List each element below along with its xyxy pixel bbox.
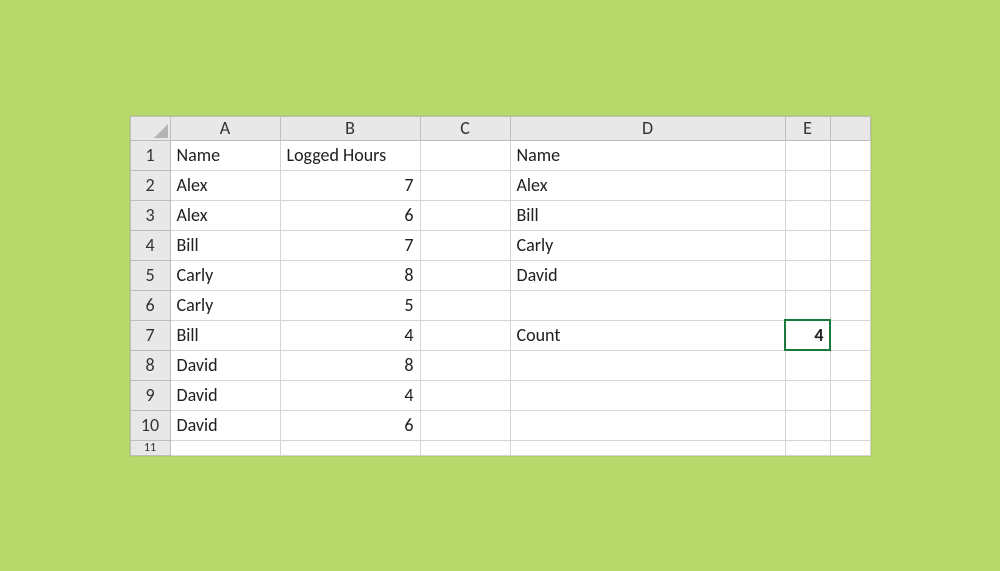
cell-A9[interactable]: David	[170, 380, 280, 410]
cell-A2[interactable]: Alex	[170, 170, 280, 200]
cell-extra-3[interactable]	[830, 200, 870, 230]
cell-D10[interactable]	[510, 410, 785, 440]
cell-extra-11[interactable]	[830, 440, 870, 455]
table-row: 1 Name Logged Hours Name	[130, 140, 870, 170]
row-header-5[interactable]: 5	[130, 260, 170, 290]
cell-A4[interactable]: Bill	[170, 230, 280, 260]
select-all-triangle-icon	[154, 124, 168, 138]
row-header-11[interactable]: 11	[130, 440, 170, 455]
cell-C7[interactable]	[420, 320, 510, 350]
cell-extra-5[interactable]	[830, 260, 870, 290]
cell-extra-8[interactable]	[830, 350, 870, 380]
table-row: 4 Bill 7 Carly	[130, 230, 870, 260]
cell-E2[interactable]	[785, 170, 830, 200]
cell-E7[interactable]: 4	[785, 320, 830, 350]
cell-E1[interactable]	[785, 140, 830, 170]
table-row: 6 Carly 5	[130, 290, 870, 320]
cell-D8[interactable]	[510, 350, 785, 380]
table-row: 8 David 8	[130, 350, 870, 380]
cell-D3[interactable]: Bill	[510, 200, 785, 230]
cell-B2[interactable]: 7	[280, 170, 420, 200]
cell-E10[interactable]	[785, 410, 830, 440]
cell-E6[interactable]	[785, 290, 830, 320]
cell-B11[interactable]	[280, 440, 420, 455]
cell-A10[interactable]: David	[170, 410, 280, 440]
table-row: 3 Alex 6 Bill	[130, 200, 870, 230]
cell-B7[interactable]: 4	[280, 320, 420, 350]
cell-D6[interactable]	[510, 290, 785, 320]
cell-C1[interactable]	[420, 140, 510, 170]
cell-A3[interactable]: Alex	[170, 200, 280, 230]
cell-E8[interactable]	[785, 350, 830, 380]
cell-D1[interactable]: Name	[510, 140, 785, 170]
table-row: 2 Alex 7 Alex	[130, 170, 870, 200]
cell-C3[interactable]	[420, 200, 510, 230]
table-row: 7 Bill 4 Count 4	[130, 320, 870, 350]
cell-A6[interactable]: Carly	[170, 290, 280, 320]
cell-B4[interactable]: 7	[280, 230, 420, 260]
cell-E9[interactable]	[785, 380, 830, 410]
spreadsheet-window: A B C D E 1 Name Logged Hours Name 2 Ale…	[130, 116, 871, 456]
col-header-E[interactable]: E	[785, 116, 830, 140]
col-header-B[interactable]: B	[280, 116, 420, 140]
cell-D4[interactable]: Carly	[510, 230, 785, 260]
cell-C10[interactable]	[420, 410, 510, 440]
spreadsheet-grid[interactable]: A B C D E 1 Name Logged Hours Name 2 Ale…	[130, 116, 871, 456]
cell-B3[interactable]: 6	[280, 200, 420, 230]
col-header-C[interactable]: C	[420, 116, 510, 140]
cell-C2[interactable]	[420, 170, 510, 200]
row-header-3[interactable]: 3	[130, 200, 170, 230]
row-header-6[interactable]: 6	[130, 290, 170, 320]
row-header-2[interactable]: 2	[130, 170, 170, 200]
cell-A1[interactable]: Name	[170, 140, 280, 170]
cell-E5[interactable]	[785, 260, 830, 290]
cell-B5[interactable]: 8	[280, 260, 420, 290]
cell-C11[interactable]	[420, 440, 510, 455]
col-header-extra[interactable]	[830, 116, 870, 140]
cell-C9[interactable]	[420, 380, 510, 410]
cell-extra-4[interactable]	[830, 230, 870, 260]
cell-C4[interactable]	[420, 230, 510, 260]
cell-B9[interactable]: 4	[280, 380, 420, 410]
col-header-A[interactable]: A	[170, 116, 280, 140]
table-row: 5 Carly 8 David	[130, 260, 870, 290]
cell-D2[interactable]: Alex	[510, 170, 785, 200]
cell-E11[interactable]	[785, 440, 830, 455]
cell-extra-10[interactable]	[830, 410, 870, 440]
table-row: 10 David 6	[130, 410, 870, 440]
cell-B6[interactable]: 5	[280, 290, 420, 320]
cell-D5[interactable]: David	[510, 260, 785, 290]
cell-C8[interactable]	[420, 350, 510, 380]
cell-D7[interactable]: Count	[510, 320, 785, 350]
select-all-corner[interactable]	[130, 116, 170, 140]
row-header-9[interactable]: 9	[130, 380, 170, 410]
row-header-8[interactable]: 8	[130, 350, 170, 380]
cell-A5[interactable]: Carly	[170, 260, 280, 290]
cell-extra-7[interactable]	[830, 320, 870, 350]
cell-A8[interactable]: David	[170, 350, 280, 380]
cell-B8[interactable]: 8	[280, 350, 420, 380]
cell-B10[interactable]: 6	[280, 410, 420, 440]
column-header-row: A B C D E	[130, 116, 870, 140]
table-row: 11	[130, 440, 870, 455]
row-header-1[interactable]: 1	[130, 140, 170, 170]
cell-extra-9[interactable]	[830, 380, 870, 410]
cell-extra-2[interactable]	[830, 170, 870, 200]
cell-E3[interactable]	[785, 200, 830, 230]
cell-D9[interactable]	[510, 380, 785, 410]
cell-A11[interactable]	[170, 440, 280, 455]
row-header-4[interactable]: 4	[130, 230, 170, 260]
cell-extra-6[interactable]	[830, 290, 870, 320]
cell-E4[interactable]	[785, 230, 830, 260]
cell-extra-1[interactable]	[830, 140, 870, 170]
row-header-7[interactable]: 7	[130, 320, 170, 350]
cell-B1[interactable]: Logged Hours	[280, 140, 420, 170]
col-header-D[interactable]: D	[510, 116, 785, 140]
cell-A7[interactable]: Bill	[170, 320, 280, 350]
cell-D11[interactable]	[510, 440, 785, 455]
table-row: 9 David 4	[130, 380, 870, 410]
row-header-10[interactable]: 10	[130, 410, 170, 440]
cell-C5[interactable]	[420, 260, 510, 290]
cell-C6[interactable]	[420, 290, 510, 320]
